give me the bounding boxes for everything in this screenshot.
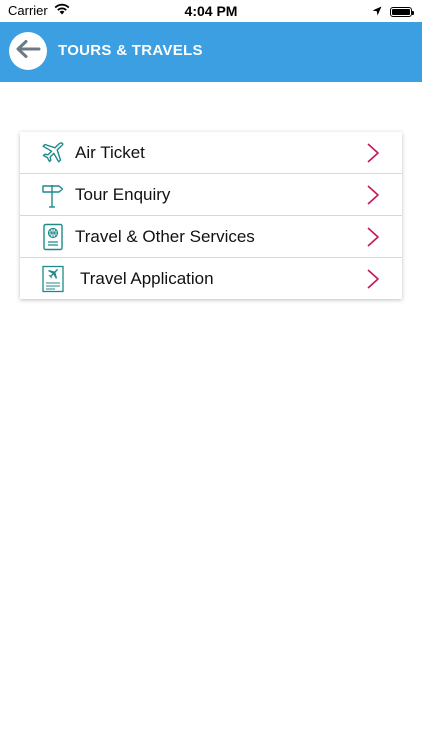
chevron-right-icon [366, 226, 380, 248]
menu-item-tour-enquiry[interactable]: Tour Enquiry [20, 174, 402, 216]
travel-document-icon [40, 265, 66, 293]
chevron-right-icon [366, 184, 380, 206]
signpost-icon [40, 181, 66, 209]
app-header: TOURS & TRAVELS [0, 22, 422, 82]
passport-icon [40, 223, 66, 251]
battery-icon [390, 6, 414, 17]
menu-item-air-ticket[interactable]: Air Ticket [20, 132, 402, 174]
page-title: TOURS & TRAVELS [58, 42, 203, 59]
status-right [372, 4, 414, 19]
location-arrow-icon [372, 4, 382, 19]
menu-item-label: Travel Application [80, 269, 214, 288]
airplane-icon [40, 139, 66, 167]
back-button[interactable] [9, 32, 47, 70]
menu-item-label: Travel & Other Services [75, 227, 255, 246]
chevron-right-icon [366, 142, 380, 164]
menu-item-label: Tour Enquiry [75, 185, 171, 204]
menu-list: Air Ticket Tour Enquiry Travel & Other S… [20, 132, 402, 299]
status-bar: Carrier 4:04 PM [0, 0, 422, 22]
status-time: 4:04 PM [184, 3, 238, 19]
back-arrow-icon [15, 39, 41, 64]
menu-item-travel-other-services[interactable]: Travel & Other Services [20, 216, 402, 258]
menu-item-travel-application[interactable]: Travel Application [20, 258, 402, 299]
menu-item-label: Air Ticket [75, 143, 145, 162]
chevron-right-icon [366, 268, 380, 290]
